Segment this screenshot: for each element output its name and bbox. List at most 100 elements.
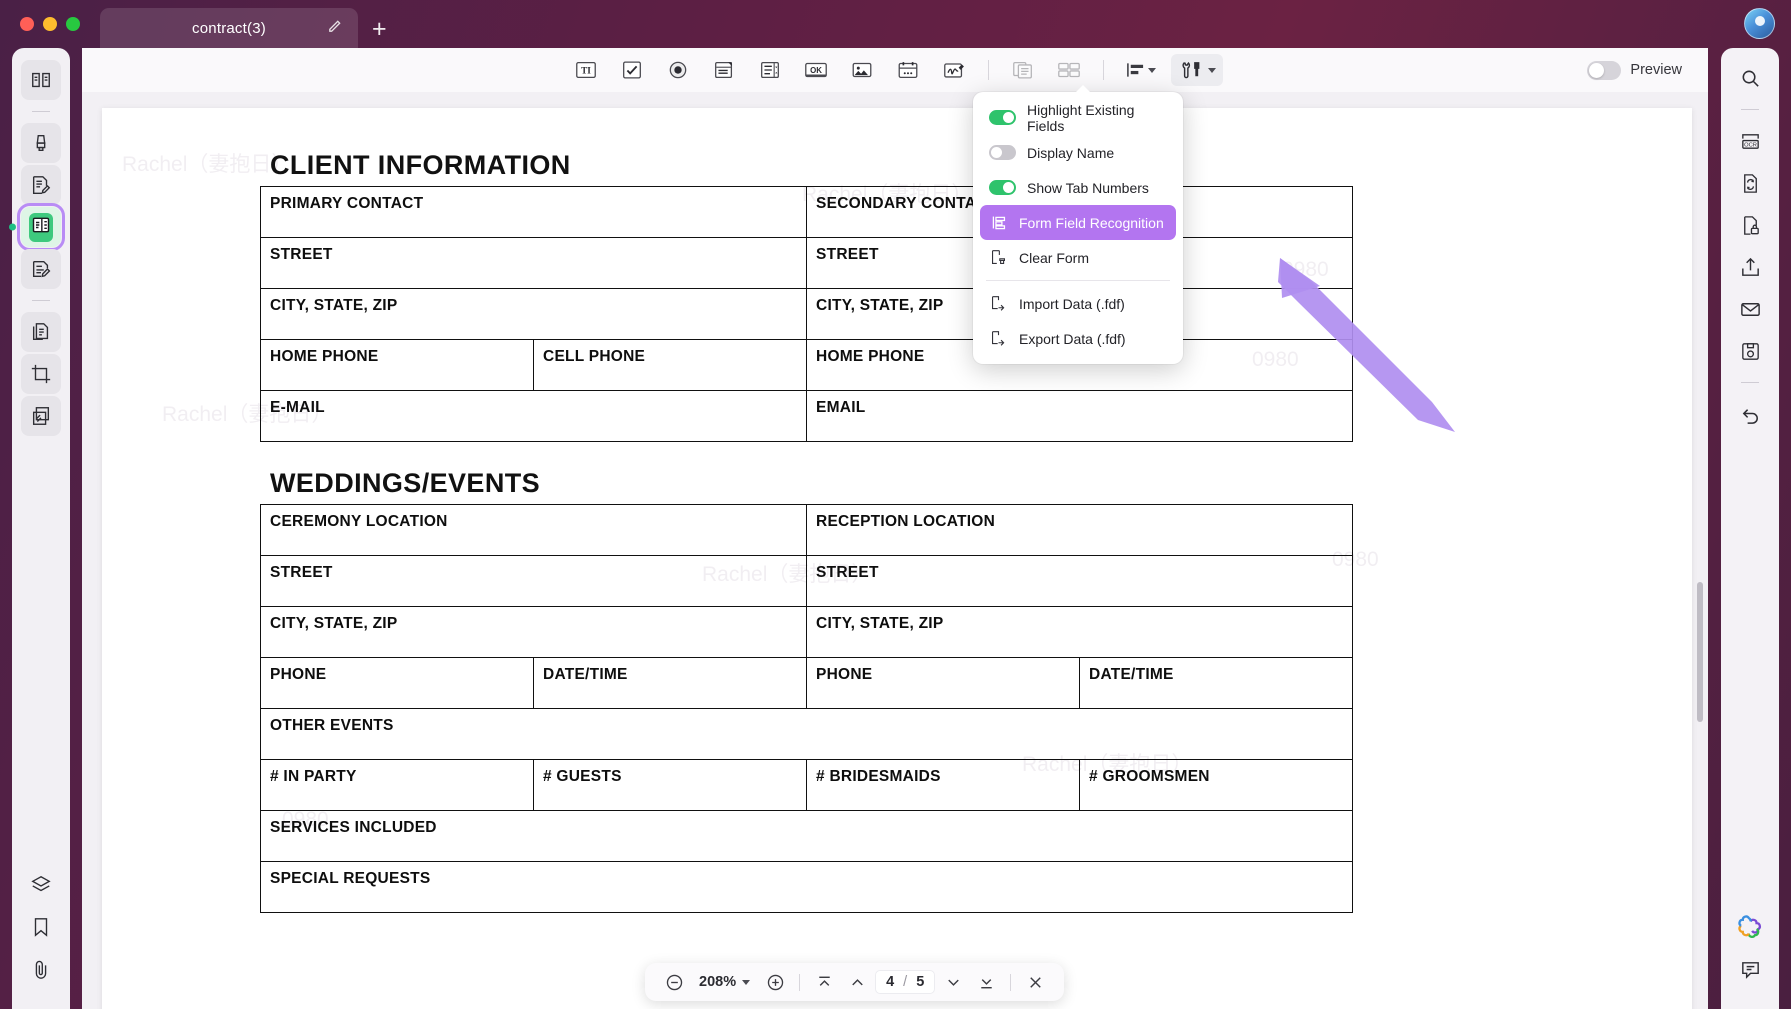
table-row[interactable]: PRIMARY CONTACT SECONDARY CONTACT bbox=[259, 186, 1354, 238]
radio-button-tool[interactable] bbox=[659, 54, 697, 86]
sidebar-item-annotate[interactable] bbox=[21, 165, 61, 205]
menu-show-tab-numbers[interactable]: Show Tab Numbers bbox=[980, 170, 1176, 205]
share-button[interactable] bbox=[1730, 247, 1770, 287]
document-viewport[interactable]: Rachel（妻抱日） 0980 Rachel（妻抱日） 0980 Rachel… bbox=[82, 92, 1708, 1009]
field-cell[interactable]: EMAIL bbox=[806, 390, 1354, 442]
first-page-button[interactable] bbox=[809, 968, 839, 996]
dropdown-tool[interactable] bbox=[705, 54, 743, 86]
preview-toggle[interactable] bbox=[1587, 60, 1622, 80]
zoom-navigation-bar[interactable]: 208% 4 / 5 bbox=[645, 963, 1065, 1001]
menu-clear-form[interactable]: Clear Form bbox=[980, 240, 1176, 275]
toggle-switch[interactable] bbox=[989, 180, 1016, 195]
table-row[interactable]: STREET STREET bbox=[259, 555, 1354, 607]
email-button[interactable] bbox=[1730, 289, 1770, 329]
toggle-switch[interactable] bbox=[989, 110, 1016, 125]
avatar[interactable] bbox=[1744, 8, 1775, 39]
field-cell[interactable]: # BRIDESMAIDS bbox=[806, 759, 1081, 811]
duplicate-field-tool[interactable] bbox=[1004, 54, 1042, 86]
search-panel-button[interactable] bbox=[1730, 58, 1770, 98]
next-page-button[interactable] bbox=[938, 968, 968, 996]
plus-icon[interactable]: + bbox=[372, 17, 387, 42]
pencil-icon[interactable] bbox=[327, 19, 342, 37]
pdf-page[interactable]: Rachel（妻抱日） 0980 Rachel（妻抱日） 0980 Rachel… bbox=[102, 108, 1692, 1009]
menu-display-name[interactable]: Display Name bbox=[980, 135, 1176, 170]
ai-assistant-button[interactable] bbox=[1730, 907, 1770, 947]
table-row[interactable]: HOME PHONE CELL PHONE HOME PHONE bbox=[260, 339, 1354, 391]
save-button[interactable] bbox=[1730, 331, 1770, 371]
field-cell[interactable]: PRIMARY CONTACT bbox=[259, 186, 808, 238]
table-row[interactable]: OTHER EVENTS bbox=[259, 708, 1354, 760]
field-cell[interactable]: PHONE bbox=[806, 657, 1081, 709]
signature-field-tool[interactable] bbox=[935, 54, 973, 86]
convert-button[interactable] bbox=[1730, 163, 1770, 203]
sidebar-item-form[interactable] bbox=[9, 203, 65, 251]
image-field-tool[interactable] bbox=[843, 54, 881, 86]
field-cell[interactable]: CITY, STATE, ZIP bbox=[259, 606, 808, 658]
field-cell[interactable]: OTHER EVENTS bbox=[259, 708, 1354, 760]
form-tools-button[interactable] bbox=[1171, 54, 1223, 86]
zoom-out-button[interactable] bbox=[659, 968, 689, 996]
field-cell[interactable]: DATE/TIME bbox=[1079, 657, 1354, 709]
sidebar-item-bookmarks[interactable] bbox=[21, 907, 61, 947]
sidebar-item-edit-text[interactable] bbox=[21, 249, 61, 289]
field-cell[interactable]: # GROOMSMEN bbox=[1079, 759, 1354, 811]
create-multiple-copies-tool[interactable] bbox=[1050, 54, 1088, 86]
table-row[interactable]: SERVICES INCLUDED bbox=[259, 810, 1354, 862]
push-button-tool[interactable]: OK bbox=[797, 54, 835, 86]
sidebar-item-layers[interactable] bbox=[21, 865, 61, 905]
table-row[interactable]: SPECIAL REQUESTS bbox=[259, 861, 1354, 913]
field-cell[interactable]: STREET bbox=[259, 237, 808, 289]
previous-page-button[interactable] bbox=[842, 968, 872, 996]
undo-button[interactable] bbox=[1730, 394, 1770, 434]
field-cell[interactable]: STREET bbox=[806, 555, 1354, 607]
field-cell[interactable]: SERVICES INCLUDED bbox=[259, 810, 1354, 862]
menu-form-field-recognition[interactable]: Form Field Recognition bbox=[980, 205, 1176, 240]
field-cell[interactable]: HOME PHONE bbox=[260, 339, 534, 391]
sidebar-item-attachments[interactable] bbox=[21, 949, 61, 989]
client-information-table[interactable]: PRIMARY CONTACT SECONDARY CONTACT STREET… bbox=[259, 186, 1354, 442]
menu-highlight-existing-fields[interactable]: Highlight Existing Fields bbox=[980, 100, 1176, 135]
zoom-in-button[interactable] bbox=[760, 968, 790, 996]
table-row[interactable]: PHONE DATE/TIME PHONE DATE/TIME bbox=[260, 657, 1354, 709]
table-row[interactable]: CEREMONY LOCATION RECEPTION LOCATION bbox=[259, 504, 1354, 556]
field-cell[interactable]: CITY, STATE, ZIP bbox=[259, 288, 808, 340]
field-cell[interactable]: # GUESTS bbox=[532, 759, 808, 811]
current-page-value[interactable]: 4 bbox=[886, 974, 894, 990]
comment-button[interactable] bbox=[1730, 949, 1770, 989]
checkbox-tool[interactable] bbox=[613, 54, 651, 86]
field-cell[interactable]: STREET bbox=[259, 555, 808, 607]
align-fields-button[interactable] bbox=[1119, 54, 1163, 86]
field-cell[interactable]: # IN PARTY bbox=[260, 759, 534, 811]
sidebar-item-reader[interactable] bbox=[21, 60, 61, 100]
sidebar-item-compare[interactable] bbox=[21, 396, 61, 436]
date-field-tool[interactable] bbox=[889, 54, 927, 86]
sidebar-item-crop[interactable] bbox=[21, 354, 61, 394]
zoom-level-selector[interactable]: 208% bbox=[692, 974, 757, 990]
field-cell[interactable]: CITY, STATE, ZIP bbox=[806, 606, 1354, 658]
ocr-button[interactable]: OCR bbox=[1730, 121, 1770, 161]
page-indicator[interactable]: 4 / 5 bbox=[875, 970, 936, 994]
form-tools-menu[interactable]: Highlight Existing Fields Display Name S… bbox=[973, 85, 1183, 364]
minimize-window-button[interactable] bbox=[43, 17, 57, 31]
table-row[interactable]: STREET STREET bbox=[259, 237, 1354, 289]
field-cell[interactable]: CELL PHONE bbox=[532, 339, 808, 391]
field-cell[interactable]: DATE/TIME bbox=[532, 657, 808, 709]
list-box-tool[interactable] bbox=[751, 54, 789, 86]
table-row[interactable]: # IN PARTY # GUESTS # BRIDESMAIDS # GROO… bbox=[260, 759, 1354, 811]
close-window-button[interactable] bbox=[20, 17, 34, 31]
menu-import-data[interactable]: Import Data (.fdf) bbox=[980, 286, 1176, 321]
document-tab[interactable]: contract(3) bbox=[100, 8, 358, 48]
field-cell[interactable]: SPECIAL REQUESTS bbox=[259, 861, 1354, 913]
vertical-scrollbar[interactable] bbox=[1697, 582, 1703, 722]
sidebar-item-highlight[interactable] bbox=[21, 123, 61, 163]
protect-button[interactable] bbox=[1730, 205, 1770, 245]
toggle-switch[interactable] bbox=[989, 145, 1016, 160]
sidebar-item-organize-pages[interactable] bbox=[21, 312, 61, 352]
menu-export-data[interactable]: Export Data (.fdf) bbox=[980, 321, 1176, 356]
field-cell[interactable]: E-MAIL bbox=[259, 390, 808, 442]
text-field-tool[interactable]: TI bbox=[567, 54, 605, 86]
field-cell[interactable]: CEREMONY LOCATION bbox=[259, 504, 808, 556]
table-row[interactable]: CITY, STATE, ZIP CITY, STATE, ZIP bbox=[259, 288, 1354, 340]
field-cell[interactable]: PHONE bbox=[260, 657, 534, 709]
weddings-events-table[interactable]: CEREMONY LOCATION RECEPTION LOCATION STR… bbox=[259, 504, 1354, 913]
